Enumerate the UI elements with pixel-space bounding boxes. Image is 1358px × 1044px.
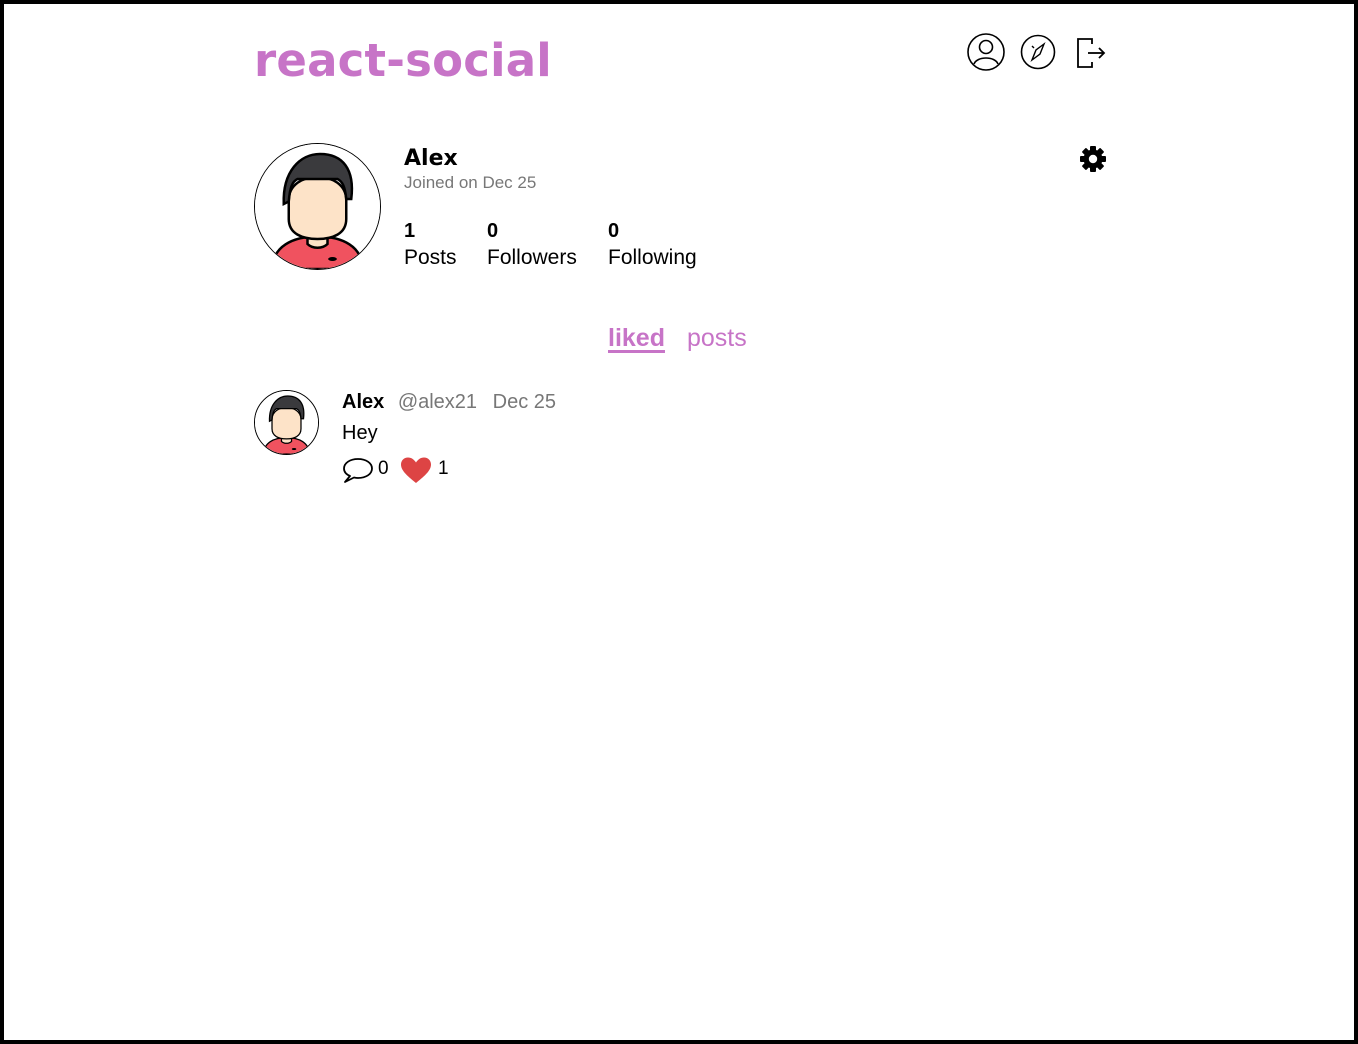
explore-nav-icon[interactable] (1018, 32, 1058, 72)
post-author-handle: @alex21 (397, 391, 478, 413)
post-author-name[interactable]: Alex (342, 391, 384, 413)
brand-logo[interactable]: react-social (254, 34, 552, 87)
logout-icon (1077, 38, 1106, 68)
stat-label: Posts (404, 246, 457, 269)
stat-following[interactable]: 0 Following (608, 220, 697, 270)
profile-avatar[interactable] (254, 143, 381, 270)
profile-joined-date: Joined on Dec 25 (404, 173, 537, 192)
avatar-illustration (255, 391, 318, 454)
like-count: 1 (438, 458, 449, 479)
comment-count: 0 (378, 458, 389, 479)
tab-posts[interactable]: posts (687, 324, 747, 353)
stat-value: 0 (487, 220, 499, 242)
tab-liked[interactable]: liked (608, 324, 665, 353)
post-author-avatar[interactable] (254, 390, 319, 455)
user-icon (967, 33, 1005, 71)
heart-icon[interactable] (400, 456, 432, 484)
profile-name: Alex (404, 146, 458, 171)
stat-posts[interactable]: 1 Posts (404, 220, 457, 270)
comment-icon[interactable] (342, 456, 374, 484)
main-container: react-social Alex Joined on Dec 25 1 Pos… (254, 4, 1108, 1040)
post-date: Dec 25 (492, 391, 556, 413)
stat-value: 0 (608, 220, 620, 242)
post-body: Hey (342, 422, 378, 444)
stat-label: Following (608, 246, 697, 269)
compass-icon (1020, 34, 1056, 70)
avatar-illustration (255, 144, 380, 269)
settings-button[interactable] (1078, 144, 1108, 174)
stat-label: Followers (487, 246, 577, 269)
logout-nav-icon[interactable] (1070, 32, 1110, 72)
stat-followers[interactable]: 0 Followers (487, 220, 577, 270)
app-window: react-social Alex Joined on Dec 25 1 Pos… (4, 4, 1354, 1040)
gear-icon (1080, 146, 1106, 172)
profile-nav-icon[interactable] (966, 32, 1006, 72)
stat-value: 1 (404, 220, 416, 242)
post-header: Alex @alex21 Dec 25 (342, 391, 556, 414)
